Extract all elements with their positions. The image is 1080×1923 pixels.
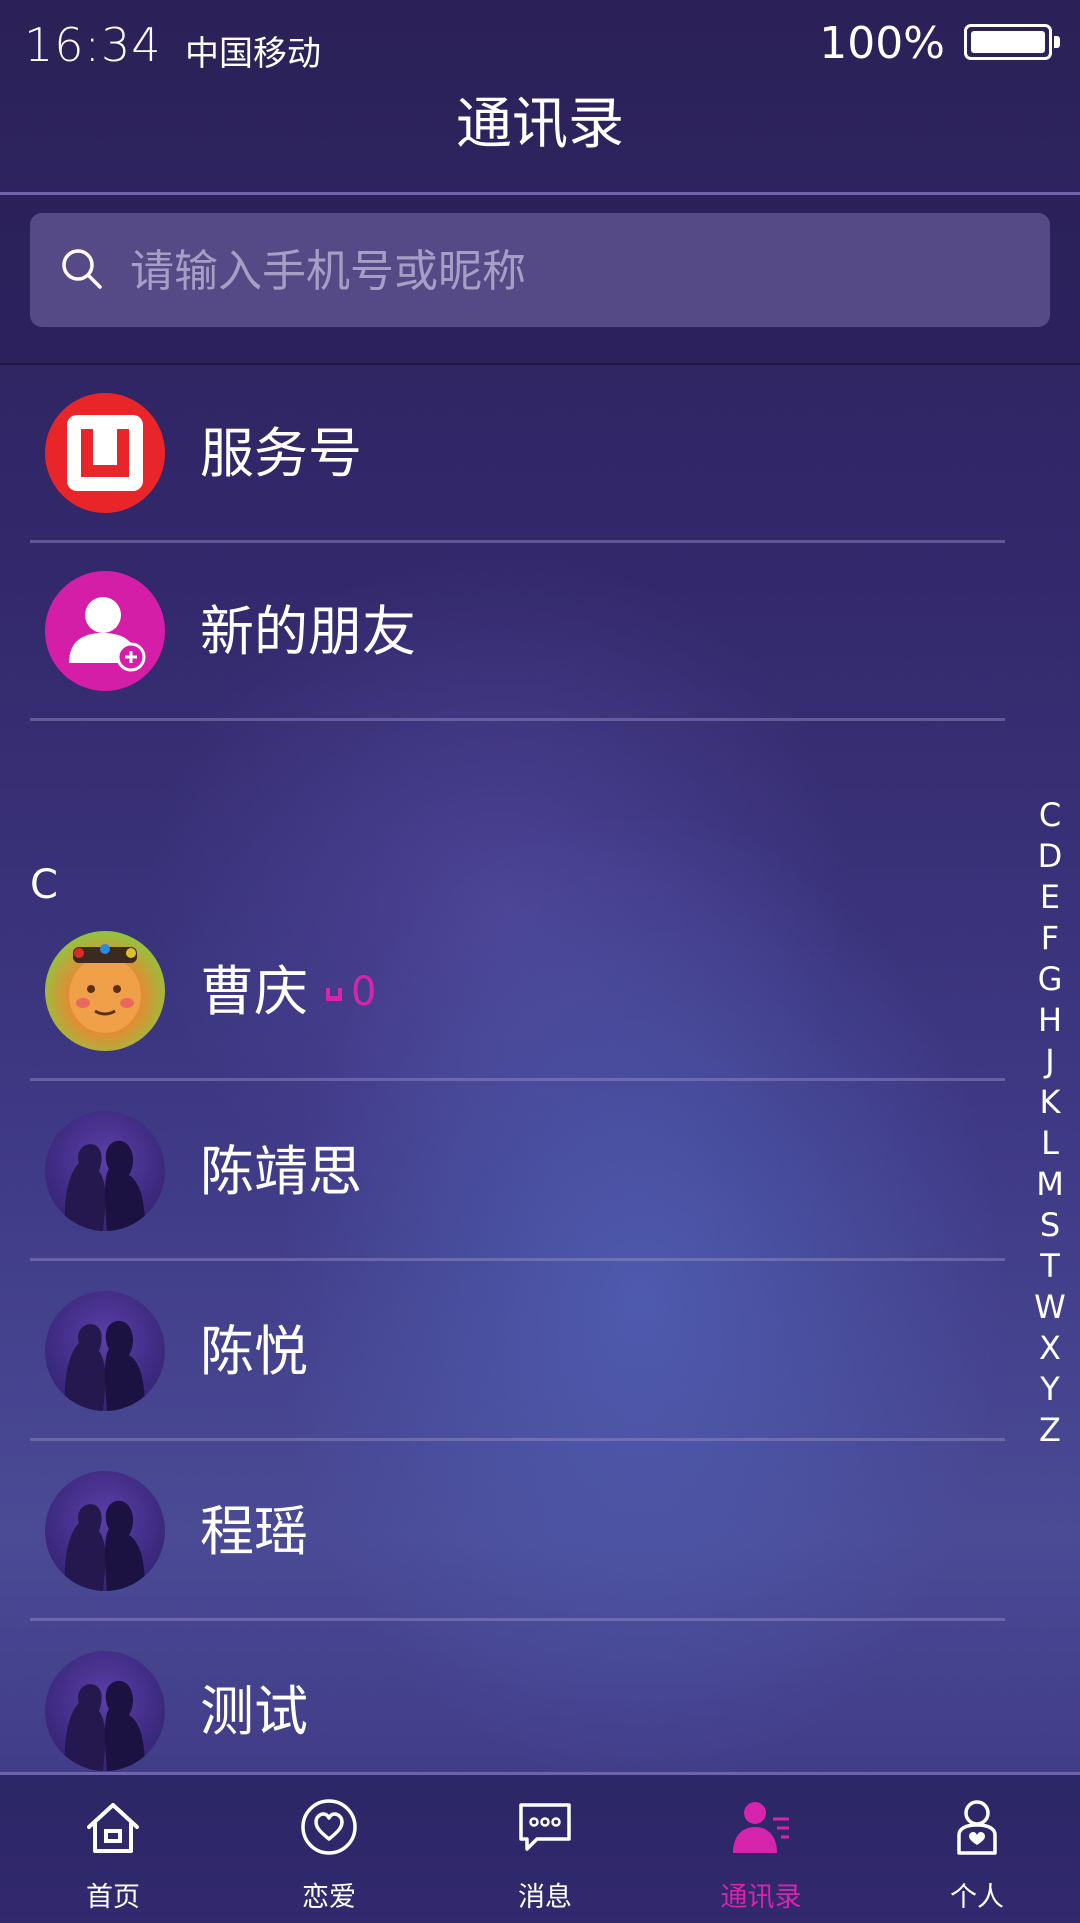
contact-name: 陈悦 (200, 1320, 308, 1383)
tab-home[interactable]: 首页 (5, 1775, 221, 1923)
section-header-letter: C (30, 862, 58, 908)
index-letter[interactable]: E (1030, 877, 1070, 918)
index-letter[interactable]: G (1030, 959, 1070, 1000)
search-box[interactable] (30, 213, 1050, 329)
contact-badge: 0 (325, 903, 376, 1081)
status-carrier: 中国移动 (185, 34, 321, 74)
new-friends-label: 新的朋友 (200, 600, 416, 663)
tab-love[interactable]: 恋爱 (221, 1775, 437, 1923)
badge-icon (326, 988, 342, 1001)
message-icon (519, 1803, 571, 1851)
heart-icon (301, 1799, 357, 1855)
default-couple-avatar (45, 1291, 165, 1411)
index-letter[interactable]: F (1030, 918, 1070, 959)
index-letter[interactable]: K (1030, 1082, 1070, 1123)
service-account-row[interactable]: 服务号 (30, 365, 1005, 543)
battery-icon (964, 24, 1060, 60)
new-friend-icon (45, 571, 165, 691)
index-letter[interactable]: S (1030, 1205, 1070, 1246)
index-letter[interactable]: C (1030, 795, 1070, 836)
alphabet-index[interactable]: C D E F G H J K L M S T W X Y Z (1030, 795, 1070, 1451)
tab-love-label: 恋爱 (302, 1882, 356, 1913)
tab-contacts-label: 通讯录 (720, 1882, 802, 1913)
badge-count: 0 (351, 969, 377, 1015)
bottom-tab-bar: 首页 恋爱 消息 通讯录 个人 (0, 1772, 1080, 1923)
new-friends-row[interactable]: 新的朋友 (30, 543, 1005, 721)
index-letter[interactable]: Y (1030, 1369, 1070, 1410)
tab-messages[interactable]: 消息 (437, 1775, 653, 1923)
nav-header: 通讯录 (0, 90, 1080, 195)
index-letter[interactable]: H (1030, 1000, 1070, 1041)
index-letter[interactable]: W (1030, 1287, 1070, 1328)
default-couple-avatar (45, 1471, 165, 1591)
row-divider (30, 718, 1005, 721)
search-input[interactable] (128, 213, 1012, 329)
status-time: 16:34 (24, 18, 162, 72)
index-letter[interactable]: M (1030, 1164, 1070, 1205)
contact-row[interactable]: 程瑶 (30, 1443, 1005, 1621)
contact-name: 曹庆 (200, 960, 308, 1023)
battery-percent: 100% (819, 18, 945, 69)
index-letter[interactable]: L (1030, 1123, 1070, 1164)
contact-row[interactable]: 曹庆 0 (30, 903, 1005, 1081)
tab-contacts[interactable]: 通讯录 (653, 1775, 869, 1923)
index-letter[interactable]: T (1030, 1246, 1070, 1287)
contact-name: 陈靖思 (200, 1140, 362, 1203)
cartoon-avatar (45, 931, 165, 1051)
default-couple-avatar (45, 1111, 165, 1231)
page-title: 通讯录 (456, 92, 624, 157)
row-divider (30, 1258, 1005, 1261)
index-letter[interactable]: X (1030, 1328, 1070, 1369)
search-icon (62, 249, 102, 289)
index-letter[interactable]: Z (1030, 1410, 1070, 1451)
tab-profile-label: 个人 (950, 1882, 1004, 1913)
tab-profile[interactable]: 个人 (869, 1775, 1080, 1923)
contact-row[interactable]: 陈悦 (30, 1263, 1005, 1441)
row-divider (30, 1078, 1005, 1081)
profile-icon (957, 1800, 997, 1855)
home-icon (87, 1803, 139, 1853)
status-bar: 16:34 中国移动 100% (0, 0, 1080, 90)
service-account-icon (45, 393, 165, 513)
search-bar-container (0, 195, 1080, 365)
contacts-icon (733, 1802, 789, 1853)
contact-row[interactable]: 陈靖思 (30, 1083, 1005, 1261)
tab-messages-label: 消息 (518, 1882, 572, 1913)
default-couple-avatar (45, 1651, 165, 1771)
index-letter[interactable]: J (1030, 1041, 1070, 1082)
index-letter[interactable]: D (1030, 836, 1070, 877)
row-divider (30, 1438, 1005, 1441)
service-account-label: 服务号 (200, 422, 362, 485)
row-divider (30, 1618, 1005, 1621)
tab-home-label: 首页 (86, 1882, 140, 1913)
contact-name: 程瑶 (200, 1500, 308, 1563)
